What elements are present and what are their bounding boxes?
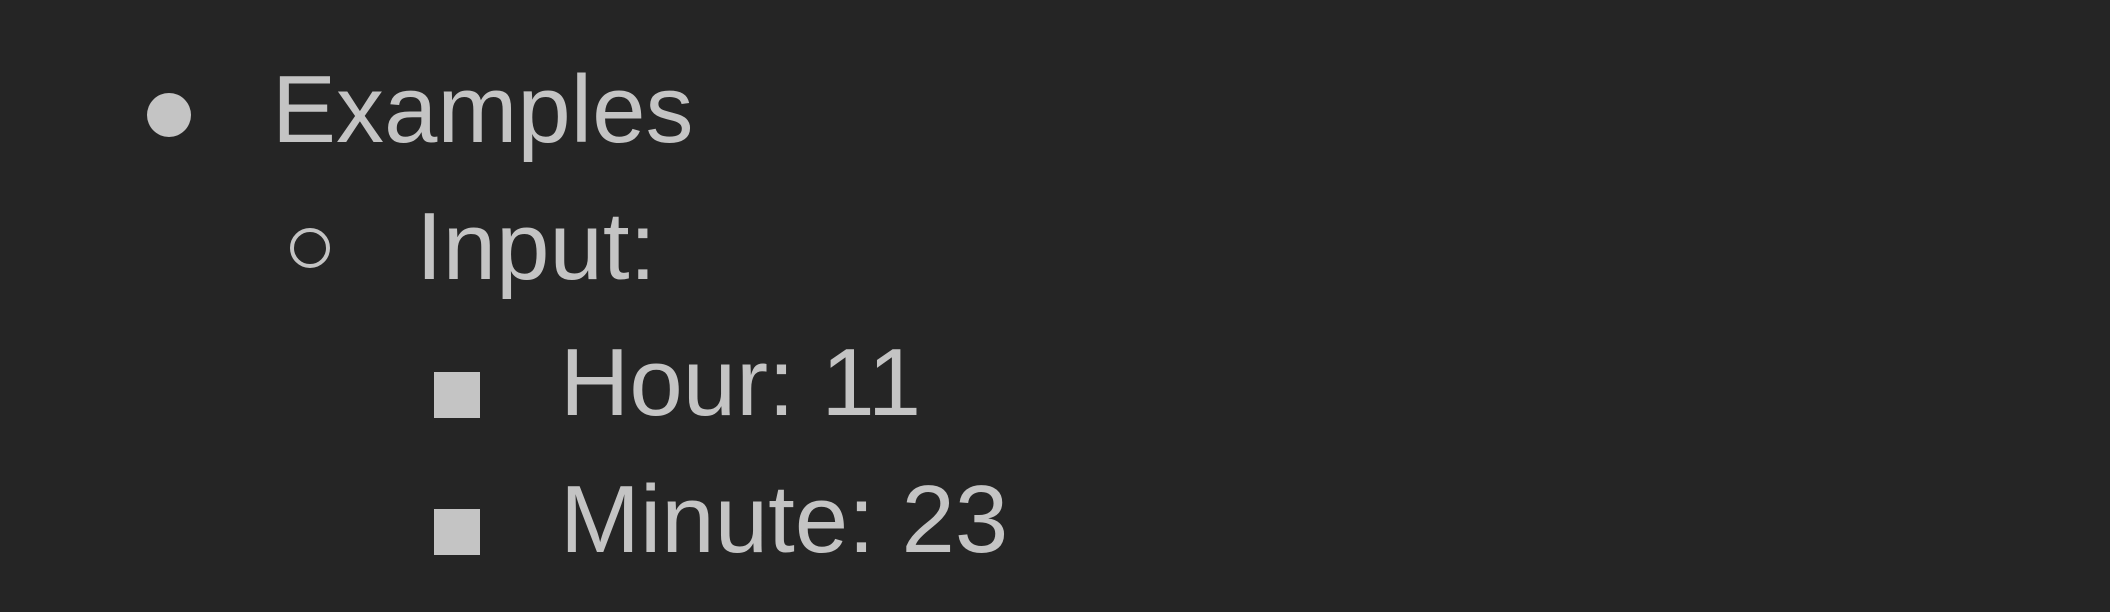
slide-content: Examples Input: Hour: 11 Minute: 23: [0, 0, 2110, 612]
filled-circle-bullet-icon: [147, 93, 191, 137]
list-item-hour: Hour: 11: [560, 328, 921, 438]
hollow-circle-bullet-icon: [290, 228, 330, 268]
list-item-label: Minute: 23: [560, 466, 1009, 573]
list-item-examples: Examples: [272, 55, 694, 165]
list-item-label: Input:: [416, 193, 657, 300]
filled-square-bullet-icon: [434, 509, 480, 555]
list-item-minute: Minute: 23: [560, 465, 1008, 575]
list-item-label: Hour: 11: [560, 329, 922, 436]
list-item-input: Input:: [416, 192, 656, 302]
list-item-label: Examples: [272, 56, 694, 163]
filled-square-bullet-icon: [434, 372, 480, 418]
